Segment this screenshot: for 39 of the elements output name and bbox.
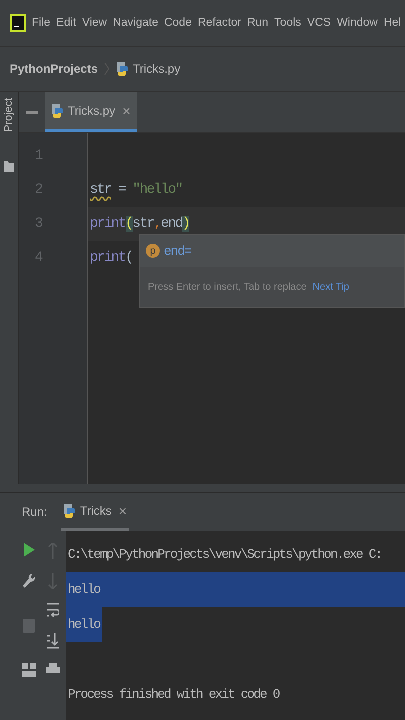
menu-item[interactable]: Tools	[274, 17, 302, 29]
menu-item[interactable]: Edit	[56, 17, 76, 29]
python-file-icon	[63, 502, 78, 518]
menu-item[interactable]: Hel	[384, 17, 402, 29]
app-logo-icon[interactable]	[10, 14, 26, 32]
code-line: str = "hello"	[90, 182, 182, 198]
run-label: Run:	[22, 505, 48, 519]
project-tool-label[interactable]: Project	[3, 98, 15, 132]
menu-item[interactable]: Navigate	[113, 17, 158, 29]
python-file-icon	[116, 61, 130, 77]
completion-hint: Press Enter to insert, Tab to replace	[148, 282, 307, 292]
next-tip-link[interactable]: Next Tip	[312, 282, 350, 292]
python-file-icon	[51, 102, 65, 118]
editor-tab[interactable]: Tricks.py ×	[45, 92, 137, 132]
play-icon[interactable]	[23, 543, 35, 557]
close-icon[interactable]: ×	[122, 102, 131, 118]
layout-icon[interactable]	[22, 663, 36, 677]
collapse-icon[interactable]	[26, 110, 38, 114]
code-line: print(	[90, 250, 133, 266]
menu-item[interactable]: Run	[247, 17, 269, 29]
breadcrumb-file[interactable]: Tricks.py	[116, 61, 181, 77]
wrench-icon[interactable]	[22, 573, 36, 589]
completion-item[interactable]: p end=	[140, 235, 404, 267]
close-icon[interactable]: ×	[118, 502, 128, 518]
console-line: Process finished with exit code 0	[67, 686, 281, 704]
folder-icon[interactable]	[4, 160, 14, 172]
console-line: C:\temp\PythonProjects\venv\Scripts\python.exe C:	[67, 546, 383, 564]
menu-item[interactable]: Refactor	[198, 17, 242, 29]
print-icon[interactable]	[46, 663, 60, 673]
parameter-badge: p	[146, 244, 160, 258]
menu-item[interactable]: VCS	[307, 17, 332, 29]
menu-item[interactable]: View	[82, 17, 108, 29]
menu-item[interactable]: File	[32, 17, 51, 29]
scroll-to-end-icon[interactable]	[47, 633, 59, 649]
menu-item[interactable]: Code	[164, 17, 192, 29]
menu-item[interactable]: Window	[337, 17, 378, 29]
breadcrumb-project[interactable]: PythonProjects	[10, 62, 98, 76]
breadcrumb-separator-icon	[104, 62, 110, 76]
soft-wrap-icon[interactable]	[47, 603, 59, 619]
